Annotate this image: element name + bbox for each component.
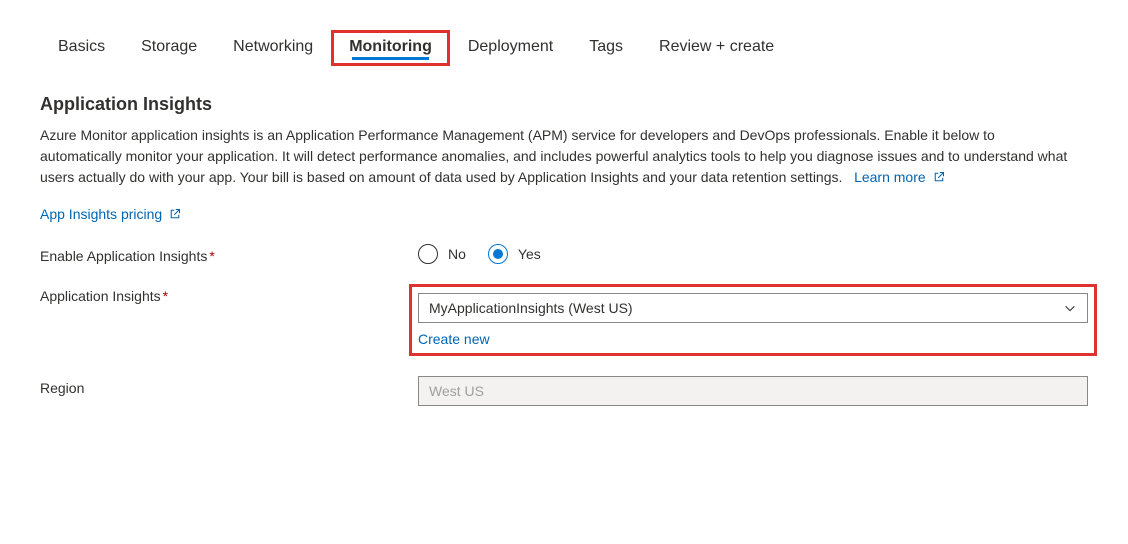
external-link-icon bbox=[933, 171, 945, 183]
radio-option-yes[interactable]: Yes bbox=[488, 244, 541, 264]
row-enable-application-insights: Enable Application Insights* No Yes bbox=[40, 244, 1088, 264]
required-indicator: * bbox=[163, 288, 168, 304]
learn-more-label: Learn more bbox=[854, 169, 926, 185]
required-indicator: * bbox=[209, 248, 214, 264]
application-insights-select[interactable]: MyApplicationInsights (West US) bbox=[418, 293, 1088, 323]
tab-review-create[interactable]: Review + create bbox=[641, 30, 792, 66]
row-application-insights-resource: Application Insights* MyApplicationInsig… bbox=[40, 284, 1088, 356]
tab-monitoring[interactable]: Monitoring bbox=[331, 30, 450, 66]
enable-label-text: Enable Application Insights bbox=[40, 248, 207, 264]
create-new-link[interactable]: Create new bbox=[418, 331, 490, 347]
enable-label: Enable Application Insights* bbox=[40, 244, 418, 264]
tab-networking[interactable]: Networking bbox=[215, 30, 331, 66]
external-link-icon bbox=[169, 208, 181, 220]
section-heading-application-insights: Application Insights bbox=[40, 94, 1088, 115]
app-insights-pricing-link[interactable]: App Insights pricing bbox=[40, 206, 181, 222]
highlight-box-insights: MyApplicationInsights (West US) Create n… bbox=[409, 284, 1097, 356]
tab-basics[interactable]: Basics bbox=[40, 30, 123, 66]
radio-circle-no bbox=[418, 244, 438, 264]
radio-circle-yes bbox=[488, 244, 508, 264]
row-region: Region West US bbox=[40, 376, 1088, 406]
learn-more-link[interactable]: Learn more bbox=[854, 169, 944, 185]
region-field: West US bbox=[418, 376, 1088, 406]
radio-label-yes: Yes bbox=[518, 246, 541, 262]
insights-label: Application Insights* bbox=[40, 284, 418, 304]
section-description: Azure Monitor application insights is an… bbox=[40, 125, 1070, 188]
insights-label-text: Application Insights bbox=[40, 288, 161, 304]
region-label: Region bbox=[40, 376, 418, 396]
tab-storage[interactable]: Storage bbox=[123, 30, 215, 66]
tab-deployment[interactable]: Deployment bbox=[450, 30, 571, 66]
chevron-down-icon bbox=[1063, 301, 1077, 315]
radio-option-no[interactable]: No bbox=[418, 244, 466, 264]
radio-label-no: No bbox=[448, 246, 466, 262]
tab-bar: Basics Storage Networking Monitoring Dep… bbox=[40, 30, 1088, 66]
enable-radio-group: No Yes bbox=[418, 244, 1088, 264]
region-value: West US bbox=[429, 383, 484, 399]
tab-tags[interactable]: Tags bbox=[571, 30, 641, 66]
insights-select-value: MyApplicationInsights (West US) bbox=[429, 300, 633, 316]
pricing-link-label: App Insights pricing bbox=[40, 206, 162, 222]
